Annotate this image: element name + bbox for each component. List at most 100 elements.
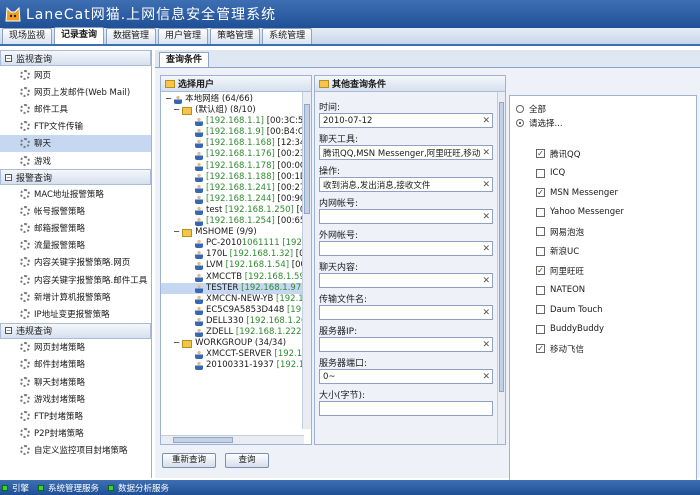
expand-icon[interactable]: − xyxy=(173,105,180,116)
tab-query-conditions[interactable]: 查询条件 xyxy=(159,52,210,67)
tab-system-management[interactable]: 系统管理 xyxy=(262,28,313,44)
checkbox[interactable] xyxy=(536,207,545,217)
tree-user[interactable]: PC-2010 1061111 [192 xyxy=(161,238,311,249)
tree-user[interactable]: [192.168.1.188] [00:1D:F xyxy=(161,172,311,183)
collapse-icon[interactable]: − xyxy=(5,54,12,62)
clear-icon[interactable]: ✕ xyxy=(480,212,490,222)
nav-item-mail-tool[interactable]: 邮件工具 xyxy=(0,100,151,117)
checkbox[interactable] xyxy=(536,324,545,334)
nav-item-ip-change-alarm[interactable]: IP地址变更报警策略 xyxy=(0,305,151,322)
nav-item-game-block[interactable]: 游戏封堵策略 xyxy=(0,390,151,407)
internal-account-field[interactable]: ✕ xyxy=(319,209,493,224)
operation-field[interactable]: 收到消息,发出消息,接收文件 ✕ xyxy=(319,177,493,192)
tree-user[interactable]: [192.168.1.178] [00:0C:2 xyxy=(161,161,311,172)
nav-item-new-pc-alarm[interactable]: 新增计算机报警策略 xyxy=(0,288,151,305)
checkbox-popo[interactable]: 网易泡泡 xyxy=(536,222,696,242)
tree-user[interactable]: DELL330 [192.168.1.20 xyxy=(161,316,311,327)
checkbox[interactable]: ✓ xyxy=(536,149,545,159)
tab-record-query[interactable]: 记录查询 xyxy=(54,27,105,44)
tree-user[interactable]: XMCCT-SERVER [192.1 xyxy=(161,349,311,360)
checkbox-fetion[interactable]: ✓ 移动飞信 xyxy=(536,339,696,359)
nav-item-web-block[interactable]: 网页封堵策略 xyxy=(0,339,151,356)
nav-item-mail-block[interactable]: 邮件封堵策略 xyxy=(0,356,151,373)
checkbox-buddybuddy[interactable]: BuddyBuddy xyxy=(536,320,696,340)
chat-tool-field[interactable]: 腾讯QQ,MSN Messenger,阿里旺旺,移动飞 ✕ xyxy=(319,145,493,160)
tree-user[interactable]: EC5C9A5853D448 [19 xyxy=(161,305,311,316)
server-port-field[interactable]: 0~ ✕ xyxy=(319,369,493,384)
nav-item-ftp-block[interactable]: FTP封堵策略 xyxy=(0,407,151,424)
radio-button[interactable] xyxy=(516,119,524,127)
checkbox[interactable] xyxy=(536,305,545,315)
external-account-field[interactable]: ✕ xyxy=(319,241,493,256)
expand-icon[interactable]: − xyxy=(165,94,172,105)
radio-all[interactable]: 全部 xyxy=(516,102,696,116)
tree-user[interactable]: [192.168.1.254] [00:65:5 xyxy=(161,216,311,227)
clear-icon[interactable]: ✕ xyxy=(480,148,490,158)
clear-icon[interactable]: ✕ xyxy=(480,372,490,382)
tree-group[interactable]: − WORKGROUP (34/34) xyxy=(161,338,311,349)
tree-user[interactable]: [192.168.1.168] [12:34:5 xyxy=(161,138,311,149)
nav-item-p2p-block[interactable]: P2P封堵策略 xyxy=(0,425,151,442)
nav-item-webpage[interactable]: 网页 xyxy=(0,66,151,83)
server-ip-field[interactable]: ✕ xyxy=(319,337,493,352)
collapse-icon[interactable]: − xyxy=(5,173,12,181)
checkbox[interactable]: ✓ xyxy=(536,266,545,276)
tree-vertical-scrollbar[interactable] xyxy=(302,92,311,429)
nav-item-ftp[interactable]: FTP文件传输 xyxy=(0,118,151,135)
checkbox-nateon[interactable]: NATEON xyxy=(536,281,696,301)
checkbox[interactable]: ✓ xyxy=(536,188,545,198)
checkbox-qq[interactable]: ✓ 腾讯QQ xyxy=(536,144,696,164)
tree-horizontal-scrollbar[interactable] xyxy=(161,435,304,444)
nav-item-traffic-alarm[interactable]: 流量报警策略 xyxy=(0,237,151,254)
nav-item-keyword-web-alarm[interactable]: 内容关键字报警策略.网页 xyxy=(0,254,151,271)
nav-item-game[interactable]: 游戏 xyxy=(0,152,151,169)
checkbox-aliwangwang[interactable]: ✓ 阿里旺旺 xyxy=(536,261,696,281)
tree-user[interactable]: LVM [192.168.1.54] [00:0 xyxy=(161,260,311,271)
tree-group[interactable]: − (默认组) (8/10) xyxy=(161,105,311,116)
clear-icon[interactable]: ✕ xyxy=(480,340,490,350)
file-name-field[interactable]: ✕ xyxy=(319,305,493,320)
chat-content-field[interactable]: ✕ xyxy=(319,273,493,288)
checkbox[interactable] xyxy=(536,227,545,237)
checkbox[interactable] xyxy=(536,285,545,295)
checkbox-msn[interactable]: ✓ MSN Messenger xyxy=(536,183,696,203)
conditions-scrollbar[interactable] xyxy=(497,92,505,444)
tree-user[interactable]: 20100331-1937 [192.16 xyxy=(161,360,311,371)
scroll-thumb[interactable] xyxy=(304,104,310,214)
tab-data-management[interactable]: 数据管理 xyxy=(106,28,157,44)
tree-user[interactable]: [192.168.1.1] [00:3C:50 xyxy=(161,116,311,127)
nav-item-mac-alarm[interactable]: MAC地址报警策略 xyxy=(0,185,151,202)
tab-live-monitor[interactable]: 现场监视 xyxy=(2,28,53,44)
nav-item-webmail[interactable]: 网页上发邮件(Web Mail) xyxy=(0,83,151,100)
expand-icon[interactable]: − xyxy=(173,338,180,349)
tree-group[interactable]: − MSHOME (9/9) xyxy=(161,227,311,238)
reset-query-button[interactable]: 重新查询 xyxy=(162,453,216,468)
scroll-thumb[interactable] xyxy=(499,102,504,392)
nav-group-alarm[interactable]: − 报警查询 xyxy=(0,169,151,186)
clear-icon[interactable]: ✕ xyxy=(480,308,490,318)
checkbox-daum-touch[interactable]: Daum Touch xyxy=(536,300,696,320)
tree-user[interactable]: XMCCN-NEW-YB [192.1 xyxy=(161,294,311,305)
nav-group-violation[interactable]: − 违规查询 xyxy=(0,322,151,339)
nav-item-chat-block[interactable]: 聊天封堵策略 xyxy=(0,373,151,390)
nav-item-chat[interactable]: 聊天 xyxy=(0,134,151,152)
tab-user-management[interactable]: 用户管理 xyxy=(158,28,209,44)
tree-user[interactable]: [192.168.1.176] [00:23:7 xyxy=(161,149,311,160)
checkbox[interactable]: ✓ xyxy=(536,344,545,354)
expand-icon[interactable]: − xyxy=(173,227,180,238)
clear-icon[interactable]: ✕ xyxy=(480,180,490,190)
nav-item-keyword-mail-alarm[interactable]: 内容关键字报警策略.邮件工具 xyxy=(0,271,151,288)
nav-item-custom-block[interactable]: 自定义监控项目封堵策略 xyxy=(0,442,151,459)
radio-select[interactable]: 请选择... xyxy=(516,116,696,130)
query-button[interactable]: 查询 xyxy=(225,453,269,468)
tree-user[interactable]: XMCCTB [192.168.1.59] xyxy=(161,272,311,283)
tree-user[interactable]: [192.168.1.244] [00:90:0 xyxy=(161,194,311,205)
tab-policy-management[interactable]: 策略管理 xyxy=(210,28,261,44)
tree-user[interactable]: test [192.168.1.250] [00: xyxy=(161,205,311,216)
nav-item-account-alarm[interactable]: 帐号报警策略 xyxy=(0,202,151,219)
tree-root[interactable]: − 本地网络 (64/66) xyxy=(161,94,311,105)
checkbox[interactable] xyxy=(536,168,545,178)
tree-user[interactable]: [192.168.1.9] [00:B4:C xyxy=(161,127,311,138)
size-field[interactable] xyxy=(319,401,493,416)
clear-icon[interactable]: ✕ xyxy=(480,116,490,126)
